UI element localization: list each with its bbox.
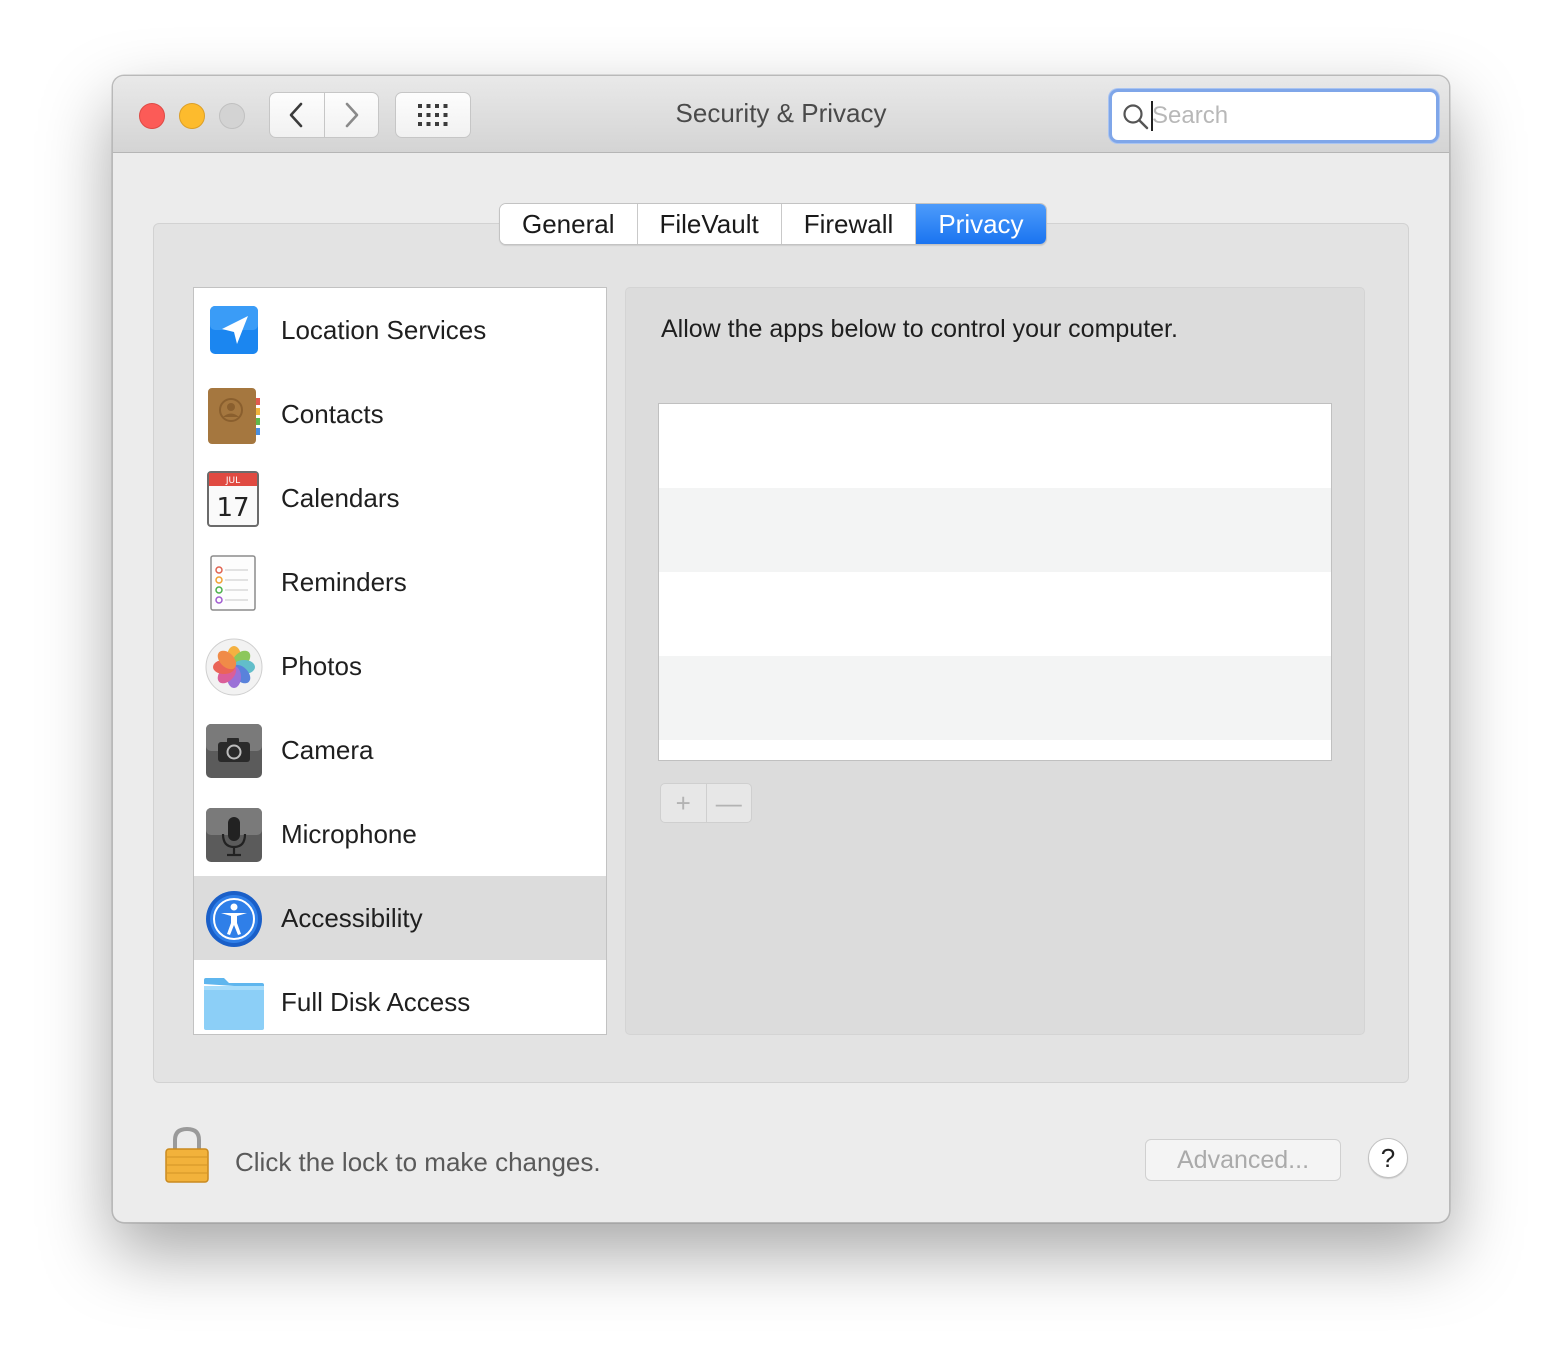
allowed-apps-list[interactable] [658,403,1332,761]
help-button[interactable]: ? [1368,1138,1408,1178]
sidebar-item-label: Camera [281,734,374,765]
title-bar: Security & Privacy [113,76,1449,153]
calendar-icon: JUL 17 [207,471,259,527]
sidebar-item-full-disk-access[interactable]: Full Disk Access [194,960,606,1034]
list-item [659,488,1331,572]
show-all-button[interactable] [395,92,471,138]
tab-privacy[interactable]: Privacy [915,204,1046,244]
sidebar-item-label: Contacts [281,398,384,429]
zoom-button[interactable] [219,103,245,129]
calendar-month: JUL [225,476,240,486]
list-item [659,656,1331,740]
camera-icon [206,724,262,778]
tab-filevault[interactable]: FileVault [636,204,781,244]
tab-general[interactable]: General [500,204,637,244]
chevron-left-icon [289,102,303,128]
search-icon [1123,104,1149,130]
forward-button[interactable] [323,93,379,137]
sidebar-item-reminders[interactable]: Reminders [194,540,606,624]
sidebar-item-label: Microphone [281,818,417,849]
sidebar-item-location-services[interactable]: Location Services [194,288,606,372]
lock-icon[interactable] [163,1126,211,1184]
list-item [659,404,1331,488]
photos-pinwheel-icon [205,638,263,696]
folder-icon [204,978,264,1030]
minimize-button[interactable] [179,103,205,129]
sidebar-item-label: Photos [281,650,362,681]
sidebar-item-microphone[interactable]: Microphone [194,792,606,876]
permission-description: Allow the apps below to control your com… [661,315,1178,343]
contacts-book-icon [208,388,260,444]
add-remove-buttons: + — [660,783,752,823]
sidebar-item-contacts[interactable]: Contacts [194,372,606,456]
tab-bar: General FileVault Firewall Privacy [499,203,1047,245]
sidebar-item-label: Reminders [281,566,407,597]
search-input[interactable] [1152,92,1422,140]
microphone-icon [206,808,262,862]
sidebar-item-calendars[interactable]: JUL 17 Calendars [194,456,606,540]
list-item [659,572,1331,656]
privacy-category-list: Location Services Contacts JUL 17 Calend… [193,287,607,1035]
lock-message: Click the lock to make changes. [235,1147,601,1177]
permission-detail-pane: Allow the apps below to control your com… [625,287,1365,1035]
back-button[interactable] [270,93,324,137]
sidebar-item-camera[interactable]: Camera [194,708,606,792]
sidebar-item-label: Accessibility [281,902,423,933]
calendar-day: 17 [216,493,249,523]
close-button[interactable] [139,103,165,129]
location-arrow-icon [210,306,258,354]
reminders-icon [210,555,256,611]
sidebar-item-label: Location Services [281,314,487,345]
sidebar-item-label: Calendars [281,482,400,513]
sidebar-item-label: Full Disk Access [281,986,471,1017]
advanced-button[interactable]: Advanced... [1145,1139,1341,1181]
search-field[interactable] [1109,89,1439,143]
chevron-right-icon [345,102,359,128]
accessibility-icon [206,891,262,947]
security-privacy-window: Security & Privacy General FileVault Fir… [112,75,1450,1223]
tab-firewall[interactable]: Firewall [780,204,916,244]
text-cursor [1151,101,1153,131]
remove-app-button[interactable]: — [705,784,752,822]
sidebar-item-accessibility[interactable]: Accessibility [194,876,606,960]
add-app-button[interactable]: + [661,784,706,822]
grid-icon [418,104,448,126]
navigation-buttons [269,92,379,138]
sidebar-item-photos[interactable]: Photos [194,624,606,708]
